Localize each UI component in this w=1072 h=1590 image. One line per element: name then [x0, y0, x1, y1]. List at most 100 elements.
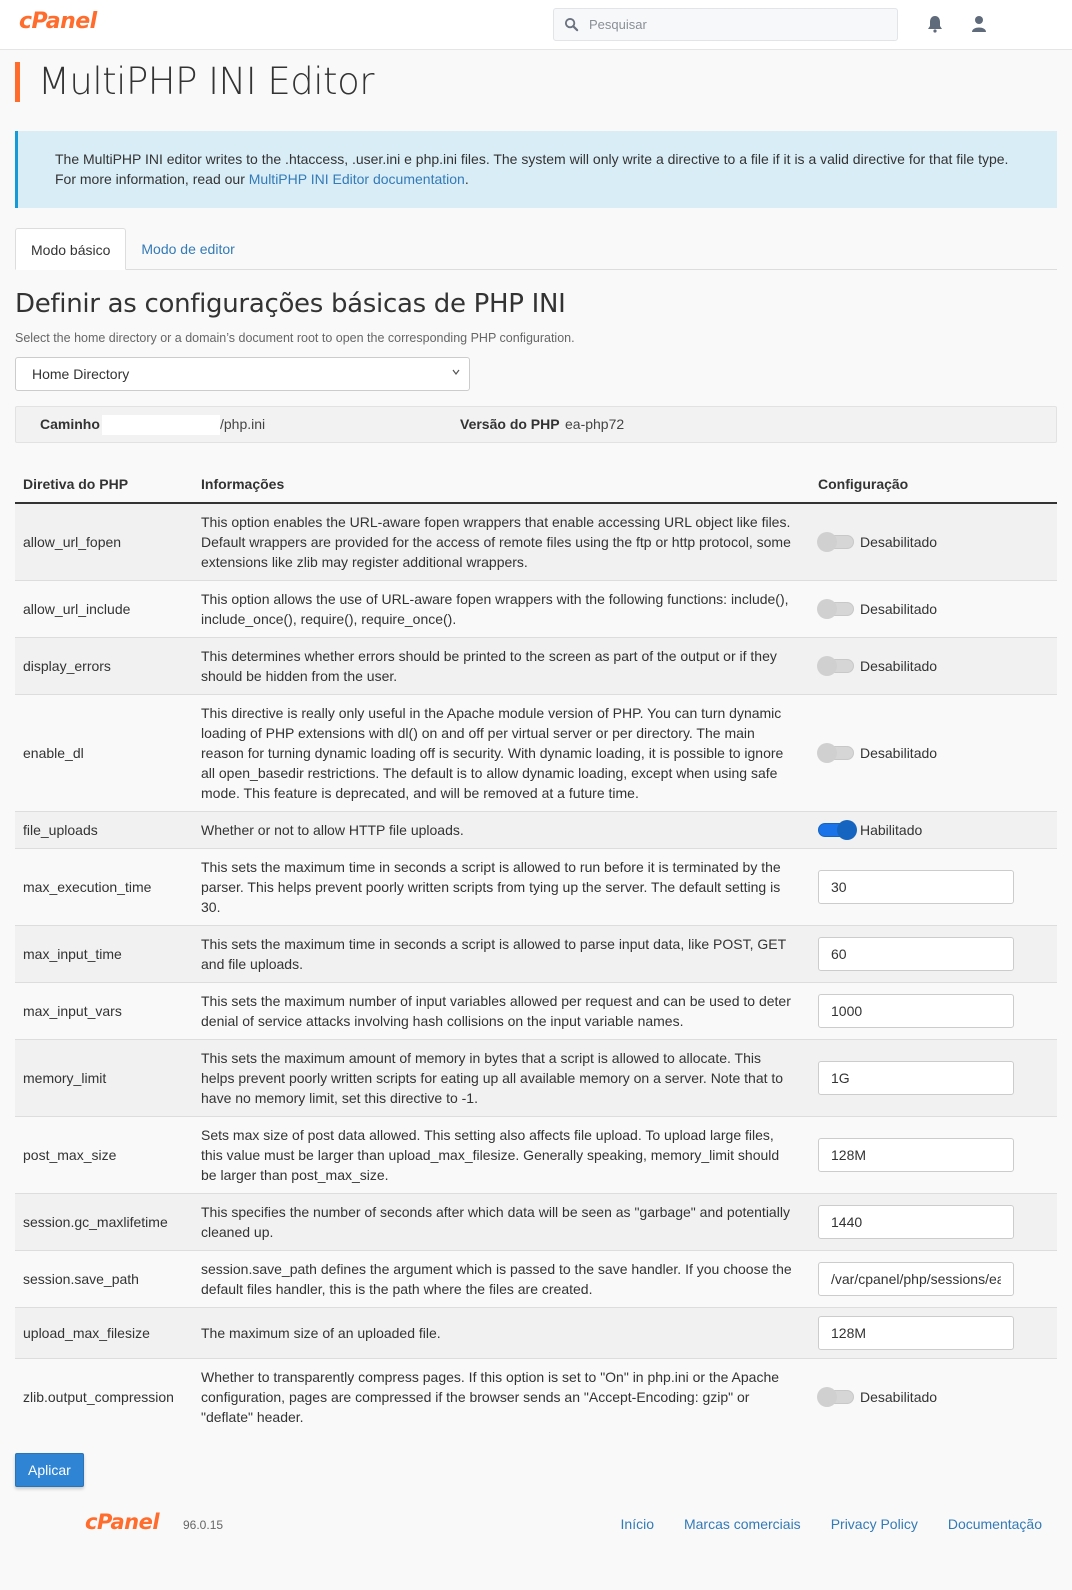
directive-config: Desabilitado [810, 580, 1057, 638]
directive-row-allow-url-fopen: allow_url_fopen This option enables the … [15, 503, 1057, 581]
info-alert: The MultiPHP INI editor writes to the .h… [15, 131, 1057, 208]
directive-config [810, 1307, 1057, 1359]
directive-config: Desabilitado [810, 694, 1057, 812]
directive-row-session-gc-maxlifetime: session.gc_maxlifetime This specifies th… [15, 1193, 1057, 1251]
directory-select-value: Home Directory [32, 366, 130, 382]
directive-row-session-save-path: session.save_path session.save_path defi… [15, 1250, 1057, 1308]
php-version-value: ea-php72 [565, 416, 625, 432]
directive-config [810, 982, 1057, 1040]
footer-link-privacy[interactable]: Privacy Policy [831, 1516, 918, 1532]
toggle-switch[interactable] [817, 1387, 854, 1407]
directive-info: This determines whether errors should be… [193, 637, 810, 695]
directive-value-input[interactable] [818, 870, 1014, 904]
toggle-status: Desabilitado [860, 745, 938, 761]
toggle-status: Habilitado [860, 822, 923, 838]
php-version-label: Versão do PHP [460, 416, 560, 432]
toggle-switch[interactable] [817, 532, 854, 552]
directive-name: session.gc_maxlifetime [15, 1193, 193, 1251]
tab-editor-mode[interactable]: Modo de editor [126, 228, 249, 270]
search-box[interactable] [553, 8, 898, 41]
redacted-path [102, 415, 220, 435]
search-icon [564, 17, 579, 32]
directive-row-display-errors: display_errors This determines whether e… [15, 637, 1057, 695]
directive-info: Whether or not to allow HTTP file upload… [193, 811, 810, 849]
toggle-switch[interactable] [817, 656, 854, 676]
directive-config [810, 925, 1057, 983]
path-value: /php.ini [220, 416, 266, 432]
directive-config [810, 1039, 1057, 1117]
directive-value-input[interactable] [818, 1262, 1014, 1296]
directive-info: This sets the maximum amount of memory i… [193, 1039, 810, 1117]
footer-link-trademarks[interactable]: Marcas comerciais [684, 1516, 801, 1532]
directive-name: allow_url_include [15, 580, 193, 638]
toggle-control: Desabilitado [817, 1387, 1049, 1407]
footer-cpanel-logo[interactable]: cPanel [85, 1510, 160, 1534]
toggle-status: Desabilitado [860, 1389, 938, 1405]
directive-config: Desabilitado [810, 503, 1057, 581]
toggle-switch[interactable] [817, 599, 854, 619]
tab-basic-mode[interactable]: Modo básico [15, 228, 127, 270]
directive-name: display_errors [15, 637, 193, 695]
directive-name: file_uploads [15, 811, 193, 849]
toggle-status: Desabilitado [860, 658, 938, 674]
search-input[interactable] [587, 16, 877, 33]
directive-info: This option enables the URL-aware fopen … [193, 503, 810, 581]
directive-name: post_max_size [15, 1116, 193, 1194]
directive-value-input[interactable] [818, 1205, 1014, 1239]
directive-row-max-execution-time: max_execution_time This sets the maximum… [15, 848, 1057, 926]
directive-name: max_input_vars [15, 982, 193, 1040]
section-description: Select the home directory or a domain’s … [15, 331, 575, 345]
directive-value-input[interactable] [818, 994, 1014, 1028]
apply-button[interactable]: Aplicar [15, 1453, 84, 1487]
directive-value-input[interactable] [818, 937, 1014, 971]
directive-info: The maximum size of an uploaded file. [193, 1307, 810, 1359]
header-directive: Diretiva do PHP [15, 466, 193, 504]
directory-select[interactable]: Home Directory [15, 357, 470, 391]
directive-info: Whether to transparently compress pages.… [193, 1358, 810, 1435]
footer-link-home[interactable]: Início [621, 1516, 654, 1532]
toggle-knob [817, 532, 837, 552]
directive-info: session.save_path defines the argument w… [193, 1250, 810, 1308]
directive-info: Sets max size of post data allowed. This… [193, 1116, 810, 1194]
bell-icon[interactable] [925, 14, 945, 34]
directive-name: session.save_path [15, 1250, 193, 1308]
path-label: Caminho [40, 416, 100, 432]
directive-info: This directive is really only useful in … [193, 694, 810, 812]
directive-config [810, 1250, 1057, 1308]
footer-link-documentation[interactable]: Documentação [948, 1516, 1042, 1532]
directive-config [810, 1193, 1057, 1251]
directive-row-max-input-time: max_input_time This sets the maximum tim… [15, 925, 1057, 983]
directive-value-input[interactable] [818, 1138, 1014, 1172]
directive-value-input[interactable] [818, 1061, 1014, 1095]
chevron-down-icon [452, 369, 460, 375]
page-title: MultiPHP INI Editor [15, 62, 1057, 102]
directive-value-input[interactable] [818, 1316, 1014, 1350]
directive-row-zlib-output-compression: zlib.output_compression Whether to trans… [15, 1358, 1057, 1435]
cpanel-logo[interactable]: cPanel [19, 9, 97, 34]
toggle-knob [817, 599, 837, 619]
directive-config: Desabilitado [810, 1358, 1057, 1435]
documentation-link[interactable]: MultiPHP INI Editor documentation [249, 171, 465, 187]
header-config: Configuração [810, 466, 1057, 504]
header-info: Informações [193, 466, 810, 504]
directive-name: allow_url_fopen [15, 503, 193, 581]
footer-links: Início Marcas comerciais Privacy Policy … [621, 1516, 1042, 1532]
toggle-switch[interactable] [817, 743, 854, 763]
toggle-control: Habilitado [818, 820, 1049, 840]
alert-end: . [464, 171, 469, 187]
directive-name: zlib.output_compression [15, 1358, 193, 1435]
directive-info: This sets the maximum time in seconds a … [193, 848, 810, 926]
directive-row-allow-url-include: allow_url_include This option allows the… [15, 580, 1057, 638]
toggle-status: Desabilitado [860, 601, 938, 617]
directive-info: This sets the maximum number of input va… [193, 982, 810, 1040]
directive-name: enable_dl [15, 694, 193, 812]
footer-version: 96.0.15 [183, 1518, 224, 1532]
directive-row-enable-dl: enable_dl This directive is really only … [15, 694, 1057, 812]
toggle-control: Desabilitado [817, 532, 1049, 552]
toggle-switch[interactable] [818, 820, 857, 840]
directive-info: This specifies the number of seconds aft… [193, 1193, 810, 1251]
path-info-bar: Caminho /php.ini Versão do PHP ea-php72 [15, 406, 1057, 443]
directive-config [810, 848, 1057, 926]
directive-config: Desabilitado [810, 637, 1057, 695]
user-icon[interactable] [969, 14, 989, 34]
